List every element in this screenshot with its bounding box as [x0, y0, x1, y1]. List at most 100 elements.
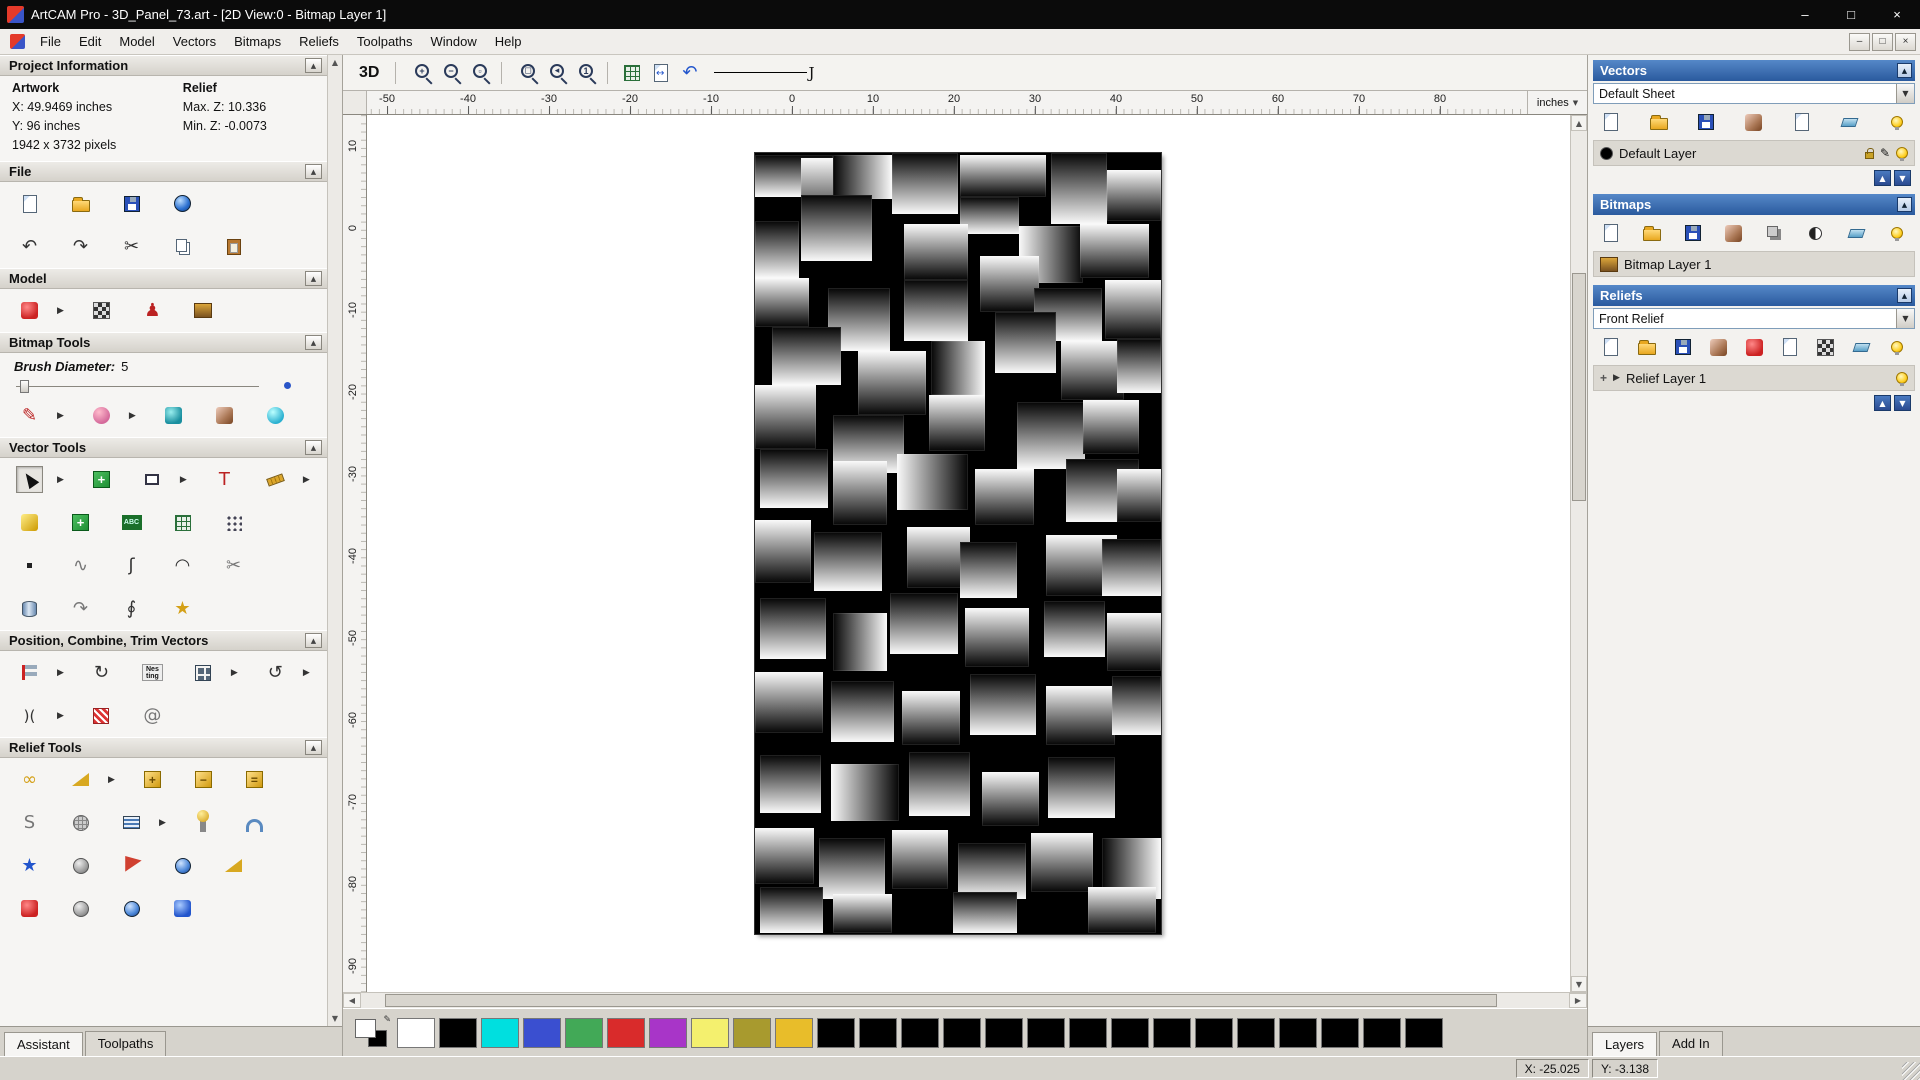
menu-file[interactable]: File — [31, 31, 70, 52]
extrude-relief-icon[interactable] — [16, 895, 43, 922]
vertical-scrollbar[interactable]: ▲ ▼ — [1570, 115, 1587, 992]
shape-editor-icon[interactable]: ∞ — [16, 766, 43, 793]
undo-icon[interactable]: ↶ — [16, 233, 43, 260]
delete-bitmap-icon[interactable] — [1844, 221, 1868, 245]
create-grid-icon[interactable] — [169, 509, 196, 536]
flyout-arrow-icon[interactable]: ▶ — [108, 775, 115, 785]
maximize-button[interactable]: □ — [1828, 0, 1874, 29]
model-transfer-icon[interactable] — [169, 190, 196, 217]
greyscale-preview-icon[interactable] — [88, 297, 115, 324]
open-icon[interactable] — [67, 190, 94, 217]
collapse-section-button[interactable]: ▲ — [305, 633, 322, 648]
circular-copy-icon[interactable]: ↻ — [88, 659, 115, 686]
tab-assistant[interactable]: Assistant — [4, 1032, 83, 1057]
import-bitmap-icon[interactable] — [1722, 221, 1746, 245]
expander-icon[interactable]: ▶ — [1613, 373, 1620, 383]
palette-swatch-7[interactable] — [691, 1017, 729, 1048]
flood-fill-icon[interactable] — [262, 402, 289, 429]
delete-relief-icon[interactable] — [1849, 335, 1873, 359]
smooth-relief-icon[interactable] — [67, 766, 94, 793]
zoom-out-icon[interactable]: − — [435, 59, 462, 86]
open-vector-icon[interactable] — [1647, 110, 1671, 134]
brush-diameter-slider[interactable] — [16, 378, 309, 394]
measure-icon[interactable] — [262, 466, 289, 493]
palette-swatch-12[interactable] — [901, 1017, 939, 1048]
palette-swatch-24[interactable] — [1405, 1017, 1443, 1048]
offset-relief-icon[interactable] — [118, 809, 145, 836]
2d-view-canvas[interactable] — [367, 115, 1570, 992]
relief-selector[interactable]: Front Relief ▼ — [1593, 308, 1915, 329]
trim-vectors-icon[interactable]: ✂ — [220, 552, 247, 579]
add-icon[interactable]: + — [1600, 371, 1607, 385]
import-vector-icon[interactable] — [1742, 110, 1766, 134]
two-rail-sweep-icon[interactable] — [241, 809, 268, 836]
palette-swatch-1[interactable] — [439, 1017, 477, 1048]
vertical-scroll-thumb[interactable] — [1572, 272, 1586, 501]
toggle-all-icon[interactable] — [1885, 221, 1909, 245]
collapse-section-button[interactable]: ▲ — [305, 335, 322, 350]
palette-swatch-8[interactable] — [733, 1017, 771, 1048]
flyout-arrow-icon[interactable]: ▶ — [129, 411, 136, 421]
palette-swatch-6[interactable] — [649, 1017, 687, 1048]
select-icon[interactable] — [16, 466, 43, 493]
palette-icon[interactable] — [211, 402, 238, 429]
move-layer-down-button[interactable]: ▼ — [1894, 170, 1911, 186]
assistant-scrollbar[interactable]: ▲ ▼ — [327, 55, 342, 1026]
load-picture-icon[interactable] — [190, 297, 217, 324]
paste-icon[interactable] — [220, 233, 247, 260]
transform-icon[interactable]: + — [88, 466, 115, 493]
palette-swatch-17[interactable] — [1111, 1017, 1149, 1048]
palette-swatch-15[interactable] — [1027, 1017, 1065, 1048]
align-vectors-icon[interactable] — [16, 659, 43, 686]
primary-colour[interactable] — [355, 1018, 376, 1038]
palette-swatch-23[interactable] — [1363, 1017, 1401, 1048]
scroll-down-icon[interactable]: ▼ — [328, 1011, 342, 1026]
join-vectors-icon[interactable]: ∮ — [118, 595, 145, 622]
move-layer-down-button[interactable]: ▼ — [1894, 395, 1911, 411]
create-cross-icon[interactable]: + — [67, 509, 94, 536]
delete-vector-icon[interactable] — [1837, 110, 1861, 134]
open-bitmap-icon[interactable] — [1640, 221, 1664, 245]
block-copy-icon[interactable] — [190, 659, 217, 686]
palette-swatch-10[interactable] — [817, 1017, 855, 1048]
texture-tile-icon[interactable] — [1814, 335, 1838, 359]
spin-relief-icon[interactable] — [67, 895, 94, 922]
palette-swatch-21[interactable] — [1279, 1017, 1317, 1048]
toggle-relief-icon[interactable] — [1885, 335, 1909, 359]
chevron-down-icon[interactable]: ▼ — [1896, 309, 1914, 328]
palette-swatch-9[interactable] — [775, 1017, 813, 1048]
menu-model[interactable]: Model — [110, 31, 163, 52]
import-relief-icon[interactable] — [1706, 335, 1730, 359]
zoom-previous-icon[interactable]: ◂ — [541, 59, 568, 86]
new-vector-icon[interactable] — [1599, 110, 1623, 134]
menu-reliefs[interactable]: Reliefs — [290, 31, 348, 52]
martyr-model-icon[interactable]: ♟ — [139, 297, 166, 324]
edit-pen-icon[interactable]: ✎ — [1880, 146, 1890, 160]
zoom-extents-icon[interactable]: ◻ — [512, 59, 539, 86]
zoom-window-icon[interactable]: ▫ — [464, 59, 491, 86]
merge-relief-icon[interactable]: = — [241, 766, 268, 793]
paint-icon[interactable] — [88, 402, 115, 429]
line-width-preview[interactable]: J — [714, 62, 814, 84]
flyout-arrow-icon[interactable]: ▶ — [231, 668, 238, 678]
toggle-visibility-icon[interactable] — [1885, 110, 1909, 134]
create-arc-icon[interactable]: ◠ — [169, 552, 196, 579]
palette-swatch-3[interactable] — [523, 1017, 561, 1048]
collapse-section-button[interactable]: ▲ — [305, 271, 322, 286]
weave-vectors-icon[interactable] — [88, 702, 115, 729]
resize-grip[interactable] — [1902, 1062, 1920, 1080]
palette-swatch-11[interactable] — [859, 1017, 897, 1048]
menu-toolpaths[interactable]: Toolpaths — [348, 31, 422, 52]
layer-colour-swatch[interactable] — [1600, 146, 1613, 160]
slider-thumb[interactable] — [20, 380, 29, 393]
fillet-icon[interactable]: ↷ — [67, 595, 94, 622]
node-editing-icon[interactable] — [220, 509, 247, 536]
close-button[interactable]: × — [1874, 0, 1920, 29]
tab-layers[interactable]: Layers — [1592, 1032, 1658, 1057]
texture-relief-icon[interactable] — [67, 809, 94, 836]
scroll-down-icon[interactable]: ▼ — [1571, 976, 1587, 992]
save-icon[interactable] — [118, 190, 145, 217]
dome-relief-icon[interactable] — [169, 852, 196, 879]
new-icon[interactable] — [16, 190, 43, 217]
sculpt-icon[interactable]: S — [16, 809, 43, 836]
